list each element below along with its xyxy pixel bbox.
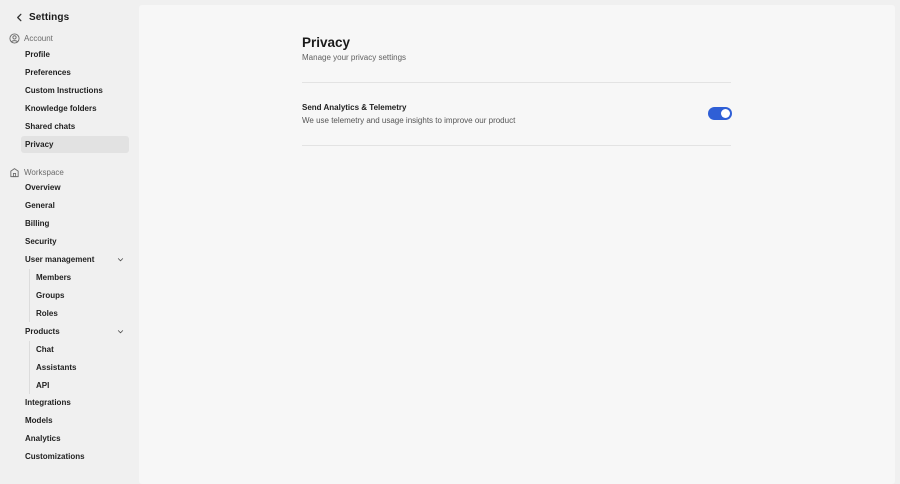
sidebar-header[interactable]: Settings	[12, 9, 69, 25]
section-workspace: Workspace	[9, 165, 64, 179]
building-icon	[9, 167, 20, 178]
sidebar-item-chat[interactable]: Chat	[33, 341, 128, 358]
section-account: Account	[9, 31, 53, 45]
section-label: Account	[24, 33, 53, 43]
sidebar-item-knowledge-folders[interactable]: Knowledge folders	[21, 100, 129, 117]
divider	[302, 82, 731, 83]
setting-description-telemetry: We use telemetry and usage insights to i…	[302, 116, 516, 125]
sidebar-item-assistants[interactable]: Assistants	[33, 359, 128, 376]
settings-content-panel: Privacy Manage your privacy settings Sen…	[139, 5, 895, 484]
toggle-knob	[721, 109, 730, 118]
page-title: Privacy	[302, 35, 351, 50]
sidebar-item-label: User management	[25, 255, 95, 264]
sidebar-item-products[interactable]: Products	[21, 323, 129, 340]
chevron-left-icon[interactable]	[12, 10, 26, 24]
sidebar-item-shared-chats[interactable]: Shared chats	[21, 118, 129, 135]
sidebar-title: Settings	[29, 11, 70, 23]
sidebar-item-user-management[interactable]: User management	[21, 251, 129, 268]
sidebar-item-integrations[interactable]: Integrations	[21, 394, 129, 411]
telemetry-toggle[interactable]	[708, 107, 732, 120]
sidebar-item-roles[interactable]: Roles	[33, 305, 128, 322]
user-circle-icon	[9, 32, 20, 44]
sidebar-item-general[interactable]: General	[21, 197, 129, 214]
chevron-down-icon[interactable]	[117, 328, 124, 335]
sidebar-item-overview[interactable]: Overview	[21, 179, 129, 196]
sidebar-item-groups[interactable]: Groups	[33, 287, 128, 304]
sidebar-item-models[interactable]: Models	[21, 412, 129, 429]
sidebar-item-label: Products	[25, 327, 60, 336]
sidebar-item-privacy[interactable]: Privacy	[21, 136, 129, 153]
sidebar-item-billing[interactable]: Billing	[21, 215, 129, 232]
subtree-line	[29, 341, 30, 394]
section-label: Workspace	[24, 167, 64, 177]
sidebar-item-preferences[interactable]: Preferences	[21, 64, 129, 81]
setting-title-telemetry: Send Analytics & Telemetry	[302, 103, 407, 112]
sidebar-item-security[interactable]: Security	[21, 233, 129, 250]
page-subtitle: Manage your privacy settings	[302, 53, 407, 62]
divider	[302, 145, 731, 146]
settings-sidebar: Settings Account Profile Preferences Cus…	[0, 0, 139, 484]
sidebar-item-customizations[interactable]: Customizations	[21, 448, 129, 465]
sidebar-item-profile[interactable]: Profile	[21, 46, 129, 63]
sidebar-item-custom-instructions[interactable]: Custom Instructions	[21, 82, 129, 99]
sidebar-item-members[interactable]: Members	[33, 269, 128, 286]
chevron-down-icon[interactable]	[117, 256, 124, 263]
settings-app: Settings Account Profile Preferences Cus…	[0, 0, 900, 484]
sidebar-item-api[interactable]: API	[33, 377, 128, 394]
subtree-line	[29, 269, 30, 322]
sidebar-item-analytics[interactable]: Analytics	[21, 430, 129, 447]
